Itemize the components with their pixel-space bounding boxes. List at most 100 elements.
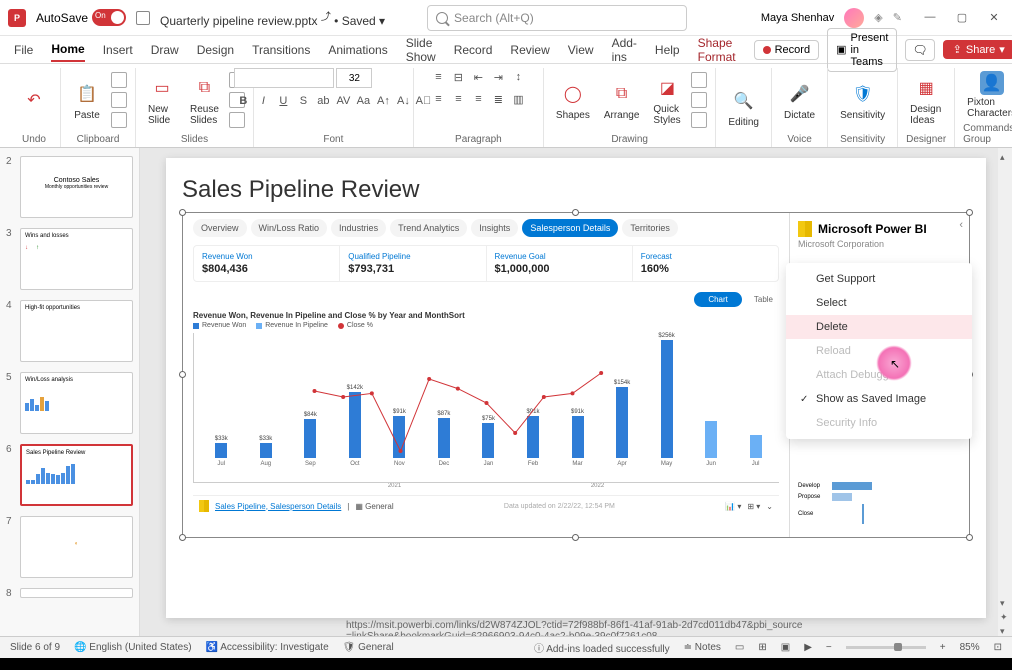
tab-slideshow[interactable]: Slide Show [406, 32, 436, 68]
bold-button[interactable]: B [234, 92, 252, 110]
columns-button[interactable]: ▥ [509, 90, 527, 108]
grid-icon[interactable]: ⊞ ▾ [747, 502, 760, 511]
strike-button[interactable]: S [294, 92, 312, 110]
undo-button[interactable]: ↶ [16, 84, 52, 116]
tab-help[interactable]: Help [655, 39, 680, 61]
maximize-button[interactable]: ▢ [952, 11, 972, 24]
case-button[interactable]: Aa [354, 92, 372, 110]
pixton-button[interactable]: 👤Pixton Characters [963, 69, 1012, 121]
resize-handle[interactable] [179, 371, 186, 378]
tab-file[interactable]: File [14, 39, 33, 61]
tab-draw[interactable]: Draw [151, 39, 179, 61]
tab-addins[interactable]: Add-ins [612, 32, 637, 68]
underline-button[interactable]: U [274, 92, 292, 110]
resize-handle[interactable] [179, 534, 186, 541]
tab-shape-format[interactable]: Shape Format [698, 32, 736, 68]
report-tab[interactable]: Overview [193, 219, 247, 237]
report-link[interactable]: Sales Pipeline, Salesperson Details [215, 502, 341, 511]
view-sorter-button[interactable]: ⊞ [758, 642, 766, 653]
collapse-pane-icon[interactable]: ‹ [959, 219, 963, 231]
justify-button[interactable]: ≣ [489, 90, 507, 108]
indent-dec-button[interactable]: ⇤ [469, 68, 487, 86]
report-tab[interactable]: Territories [622, 219, 678, 237]
report-tab[interactable]: Trend Analytics [390, 219, 467, 237]
view-normal-button[interactable]: ▭ [735, 642, 744, 653]
align-left-button[interactable]: ≡ [429, 90, 447, 108]
align-right-button[interactable]: ≡ [469, 90, 487, 108]
resize-handle[interactable] [572, 209, 579, 216]
record-button[interactable]: Record [754, 40, 819, 60]
powerbi-embed[interactable]: Overview Win/Loss Ratio Industries Trend… [182, 212, 970, 538]
menu-delete[interactable]: Delete [786, 315, 972, 339]
editing-button[interactable]: 🔍Editing [724, 85, 763, 130]
report-tab[interactable]: Industries [331, 219, 386, 237]
bullets-button[interactable]: ≡ [429, 68, 447, 86]
avatar[interactable] [844, 8, 864, 28]
minimize-button[interactable]: — [920, 11, 940, 24]
cut-icon[interactable] [111, 72, 127, 88]
grow-font-button[interactable]: A↑ [374, 92, 392, 110]
spacing-button[interactable]: AV [334, 92, 352, 110]
shrink-font-button[interactable]: A↓ [394, 92, 412, 110]
thumbnail-2[interactable]: Contoso SalesMonthly opportunities revie… [20, 156, 133, 218]
zoom-slider[interactable] [846, 646, 926, 649]
tab-transitions[interactable]: Transitions [252, 39, 310, 61]
fit-window-button[interactable]: ⊡ [994, 642, 1002, 653]
search-input[interactable]: Search (Alt+Q) [427, 5, 687, 31]
resize-handle[interactable] [179, 209, 186, 216]
expand-icon[interactable]: ⌄ [766, 502, 773, 511]
tab-design[interactable]: Design [197, 39, 234, 61]
outline-icon[interactable] [691, 92, 707, 108]
new-slide-button[interactable]: ▭New Slide [144, 72, 180, 128]
accessibility-status[interactable]: ♿ Accessibility: Investigate [206, 642, 329, 653]
report-tab[interactable]: Insights [471, 219, 518, 237]
chart-icon[interactable]: 📊 ▾ [725, 502, 741, 511]
thumbnail-3[interactable]: Wins and losses↓↑ [20, 228, 133, 290]
dictate-button[interactable]: 🎤Dictate [780, 78, 819, 123]
align-center-button[interactable]: ≡ [449, 90, 467, 108]
sensitivity-status[interactable]: 🛡 General [343, 642, 394, 653]
fill-icon[interactable] [691, 72, 707, 88]
zoom-out-button[interactable]: − [826, 642, 832, 653]
tab-home[interactable]: Home [51, 38, 84, 62]
zoom-in-button[interactable]: + [940, 642, 946, 653]
thumbnail-8[interactable] [20, 588, 133, 598]
diamond-icon[interactable]: ◈ [874, 11, 882, 24]
view-slideshow-button[interactable]: ▶ [804, 642, 812, 653]
numbering-button[interactable]: ⊟ [449, 68, 467, 86]
line-spacing-button[interactable]: ↕ [509, 68, 527, 86]
effects-icon[interactable] [691, 112, 707, 128]
chart-view-button[interactable]: Chart [694, 292, 742, 307]
quick-styles-button[interactable]: ◪Quick Styles [649, 72, 685, 128]
close-button[interactable]: ✕ [984, 11, 1004, 24]
thumbnail-6[interactable]: Sales Pipeline Review [20, 444, 133, 506]
italic-button[interactable]: I [254, 92, 272, 110]
menu-select[interactable]: Select [786, 291, 972, 315]
zoom-level[interactable]: 85% [960, 642, 980, 653]
paste-button[interactable]: 📋Paste [69, 78, 105, 123]
resize-handle[interactable] [572, 534, 579, 541]
shapes-button[interactable]: ◯Shapes [552, 78, 594, 123]
autosave-toggle[interactable]: AutoSave On [36, 9, 126, 26]
language-status[interactable]: 🌐 English (United States) [74, 642, 192, 653]
format-painter-icon[interactable] [111, 112, 127, 128]
copy-icon[interactable] [111, 92, 127, 108]
tab-view[interactable]: View [568, 39, 594, 61]
view-reading-button[interactable]: ▣ [781, 642, 790, 653]
menu-get-support[interactable]: Get Support [786, 267, 972, 291]
indent-inc-button[interactable]: ⇥ [489, 68, 507, 86]
canvas-scrollbar[interactable]: ▴ ▾ ✦ ▾ [998, 148, 1012, 636]
tab-animations[interactable]: Animations [328, 39, 387, 61]
save-icon[interactable] [136, 11, 150, 25]
table-view-button[interactable]: Table [748, 292, 779, 307]
report-tab[interactable]: Win/Loss Ratio [251, 219, 328, 237]
menu-show-saved-image[interactable]: ✓Show as Saved Image [786, 387, 972, 411]
design-ideas-button[interactable]: ▦Design Ideas [906, 72, 946, 128]
sensitivity-button[interactable]: 🛡Sensitivity [836, 78, 889, 123]
font-size-input[interactable] [336, 68, 372, 88]
report-tab[interactable]: Salesperson Details [522, 219, 618, 237]
comment-icon[interactable]: 🗨 [905, 39, 934, 61]
reuse-slides-button[interactable]: ⧉Reuse Slides [186, 72, 223, 128]
tab-insert[interactable]: Insert [103, 39, 133, 61]
menu-security-info[interactable]: Security Info [786, 411, 972, 435]
